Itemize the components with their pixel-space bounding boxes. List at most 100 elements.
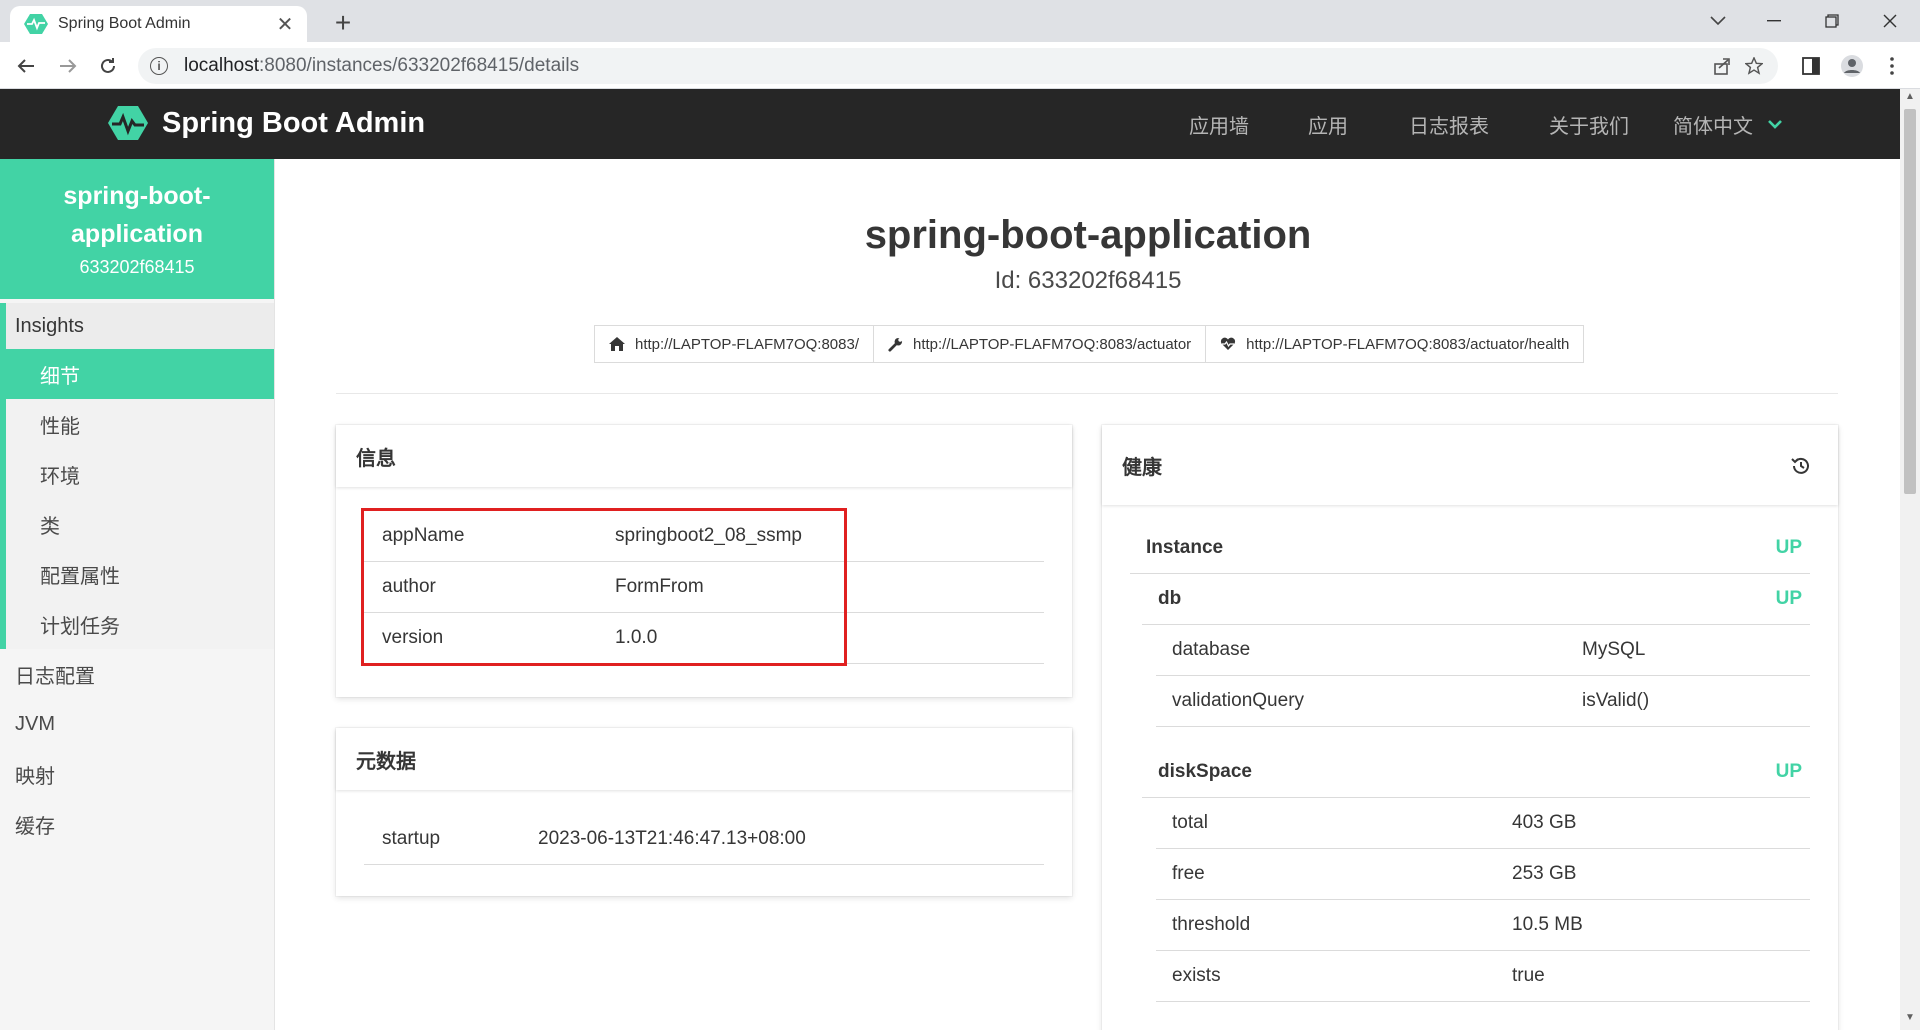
history-icon[interactable]: [1790, 455, 1812, 477]
health-db-row: db UP: [1142, 574, 1810, 625]
sidebar-app-name-line1: spring-boot-: [63, 182, 211, 210]
metadata-value: 2023-06-13T21:46:47.13+08:00: [538, 828, 806, 849]
heartbeat-icon: [1221, 337, 1236, 350]
nav-journal[interactable]: 日志报表: [1409, 89, 1489, 159]
language-label: 简体中文: [1673, 115, 1753, 138]
actuator-url-link[interactable]: http://LAPTOP-FLAFM7OQ:8083/actuator: [872, 325, 1207, 363]
browser-menu-icon[interactable]: [1876, 50, 1908, 82]
tab-close-icon[interactable]: ✕: [275, 12, 295, 37]
nav-about[interactable]: 关于我们: [1549, 89, 1629, 159]
sidebar-item-caches[interactable]: 缓存: [0, 799, 274, 849]
nav-wallboard[interactable]: 应用墙: [1189, 89, 1249, 159]
page-title: spring-boot-application: [864, 213, 1312, 257]
profile-avatar-icon[interactable]: [1836, 50, 1868, 82]
health-detail-value: true: [1512, 965, 1545, 986]
home-icon: [609, 337, 625, 351]
health-detail-key: free: [1172, 863, 1205, 884]
sidebar-item-mappings[interactable]: 映射: [0, 749, 274, 799]
brand-title: Spring Boot Admin: [162, 106, 426, 139]
health-detail-key: validationQuery: [1172, 690, 1305, 711]
new-tab-button[interactable]: +: [326, 6, 360, 40]
health-detail-row: exists true: [1156, 951, 1810, 1002]
health-card-title: 健康: [1122, 456, 1162, 479]
health-detail-value: 403 GB: [1512, 812, 1577, 833]
bookmark-star-icon[interactable]: [1738, 50, 1770, 82]
sidebar-instance-header: spring-boot- application 633202f68415: [0, 159, 274, 299]
chevron-down-icon: [1768, 120, 1782, 129]
spring-boot-admin-favicon-icon: [24, 14, 48, 34]
health-card-header: 健康: [1102, 425, 1838, 505]
wrench-icon: [888, 337, 903, 352]
back-icon[interactable]: [10, 50, 42, 82]
sidebar-item-environment[interactable]: 环境: [6, 449, 274, 499]
health-detail-key: database: [1172, 639, 1251, 660]
share-icon[interactable]: [1706, 50, 1738, 82]
tab-search-chevron-icon[interactable]: [1690, 0, 1746, 42]
home-url-label: http://LAPTOP-FLAFM7OQ:8083/: [635, 335, 859, 353]
health-detail-value: 253 GB: [1512, 863, 1577, 884]
health-detail-key: threshold: [1172, 914, 1251, 935]
metadata-card: 元数据 startup 2023-06-13T21:46:47.13+08:00: [336, 728, 1072, 896]
main-content: spring-boot-application Id: 633202f68415…: [276, 159, 1900, 1030]
health-detail-row: validationQuery isValid(): [1156, 676, 1810, 727]
health-detail-row: database MySQL: [1156, 625, 1810, 676]
health-instance-label: Instance: [1146, 537, 1224, 558]
health-detail-row: free 253 GB: [1156, 849, 1810, 900]
home-url-link[interactable]: http://LAPTOP-FLAFM7OQ:8083/: [594, 325, 874, 363]
health-detail-key: total: [1172, 812, 1208, 833]
status-badge: UP: [1775, 761, 1802, 782]
instance-id-subtitle: Id: 633202f68415: [994, 267, 1182, 294]
status-badge: UP: [1775, 588, 1802, 609]
instance-links: http://LAPTOP-FLAFM7OQ:8083/ http://LAPT…: [594, 325, 1585, 363]
sidebar-item-jvm[interactable]: JVM: [0, 699, 274, 749]
scrollbar-thumb[interactable]: [1904, 109, 1916, 494]
language-selector[interactable]: 简体中文: [1673, 89, 1783, 159]
minimize-icon[interactable]: [1746, 0, 1802, 42]
info-card: 信息 appName springboot2_08_ssmp author Fo…: [336, 425, 1072, 697]
health-url-label: http://LAPTOP-FLAFM7OQ:8083/actuator/hea…: [1246, 335, 1570, 353]
sidebar-group-title[interactable]: Insights: [6, 303, 274, 349]
info-card-title: 信息: [336, 425, 1072, 487]
health-detail-key: exists: [1172, 965, 1221, 986]
sidebar-app-name-line2: application: [71, 220, 203, 248]
health-detail-row: threshold 10.5 MB: [1156, 900, 1810, 951]
metadata-row: startup 2023-06-13T21:46:47.13+08:00: [364, 814, 1044, 865]
sidebar-item-scheduledtasks[interactable]: 计划任务: [6, 599, 274, 649]
divider: [336, 393, 1838, 394]
sidebar-item-configprops[interactable]: 配置属性: [6, 549, 274, 599]
health-detail-value: MySQL: [1582, 639, 1646, 660]
reload-icon[interactable]: [92, 50, 124, 82]
forward-icon[interactable]: [52, 50, 84, 82]
nav-applications[interactable]: 应用: [1308, 89, 1348, 159]
sidebar-group-insights: Insights 细节 性能 环境 类 配置属性 计划任务: [0, 303, 274, 649]
sidebar-item-details[interactable]: 细节: [6, 349, 274, 399]
url-path: :8080/instances/633202f68415/details: [259, 55, 580, 76]
scroll-up-arrow-icon[interactable]: ▲: [1900, 91, 1920, 107]
sidebar-item-beans[interactable]: 类: [6, 499, 274, 549]
metadata-card-title: 元数据: [336, 728, 1072, 790]
scroll-down-arrow-icon[interactable]: ▼: [1900, 1012, 1920, 1028]
health-detail-row: total 403 GB: [1156, 798, 1810, 849]
browser-toolbar: i localhost:8080/instances/633202f68415/…: [0, 42, 1920, 89]
tab-title: Spring Boot Admin: [58, 15, 191, 32]
browser-tab[interactable]: Spring Boot Admin ✕: [10, 6, 307, 42]
health-disk-row: diskSpace UP: [1142, 747, 1810, 798]
health-detail-value: isValid(): [1582, 690, 1650, 711]
brand-link[interactable]: Spring Boot Admin: [108, 105, 425, 141]
address-bar[interactable]: i localhost:8080/instances/633202f68415/…: [138, 48, 1778, 84]
restore-icon[interactable]: [1804, 0, 1860, 42]
site-info-icon[interactable]: i: [150, 57, 168, 75]
browser-tabstrip: Spring Boot Admin ✕ +: [0, 0, 1920, 42]
health-instance-row: Instance UP: [1130, 523, 1810, 574]
sidebar-item-metrics[interactable]: 性能: [6, 399, 274, 449]
health-url-link[interactable]: http://LAPTOP-FLAFM7OQ:8083/actuator/hea…: [1205, 325, 1585, 363]
red-highlight-box: [361, 508, 847, 666]
sidebar-item-loggers[interactable]: 日志配置: [0, 649, 274, 699]
side-panel-icon[interactable]: [1795, 50, 1827, 82]
url-text: localhost:8080/instances/633202f68415/de…: [184, 55, 579, 77]
metadata-key: startup: [382, 828, 441, 849]
window-close-icon[interactable]: [1862, 0, 1918, 42]
actuator-url-label: http://LAPTOP-FLAFM7OQ:8083/actuator: [912, 335, 1192, 353]
page-scrollbar[interactable]: ▲ ▼: [1900, 89, 1920, 1030]
status-badge: UP: [1775, 537, 1802, 558]
